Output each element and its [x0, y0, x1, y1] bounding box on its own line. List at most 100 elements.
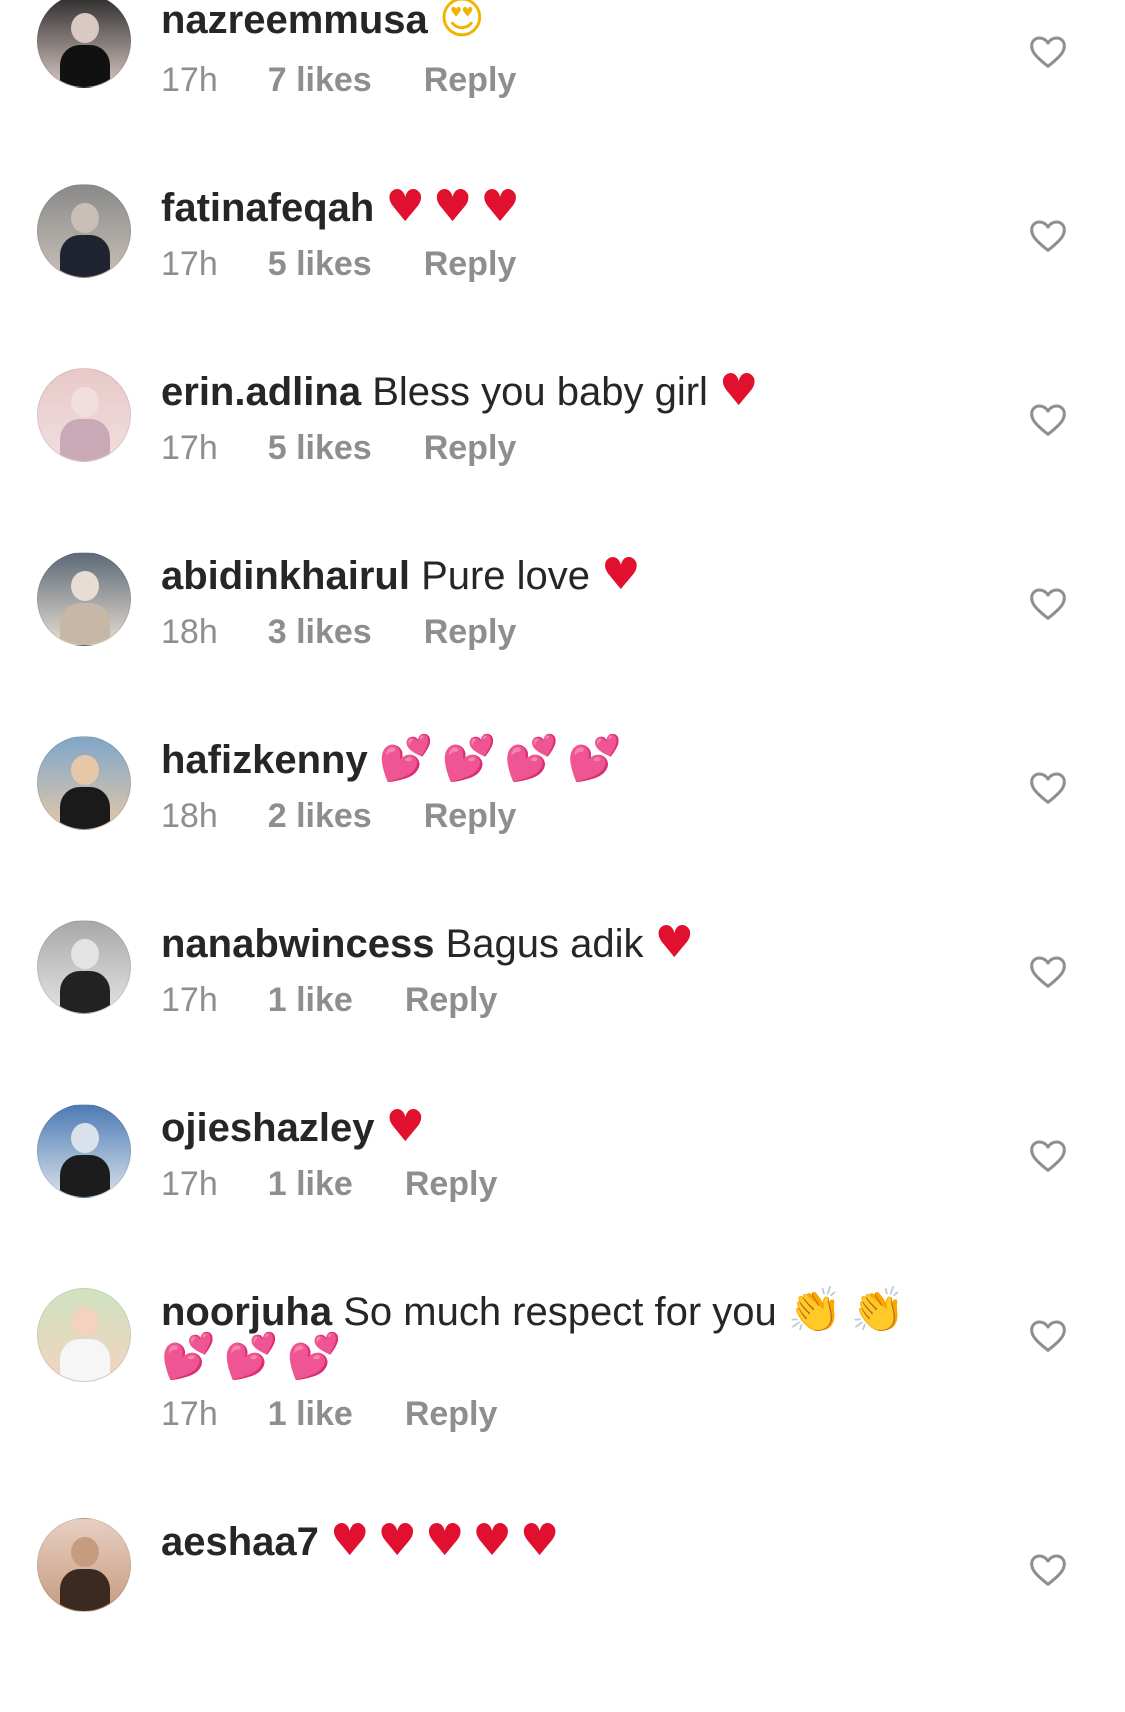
avatar-body [60, 1569, 110, 1611]
comment-item: noorjuha So much respect for you 👏👏 💕💕💕 17… [0, 1286, 1125, 1472]
timestamp: 18h [161, 613, 218, 651]
avatar[interactable] [37, 368, 131, 462]
comment-meta: 17h 5 likes Reply [161, 426, 516, 470]
comment-item: fatinafeqah ♥♥♥ 17h 5 likes Reply [0, 182, 1125, 368]
comment-item: abidinkhairul Pure love ♥ 18h 3 likes Reply [0, 550, 1125, 736]
avatar[interactable] [37, 736, 131, 830]
heart-outline-icon-svg [1030, 1140, 1066, 1172]
username-link[interactable]: noorjuha [161, 1290, 332, 1334]
likes-count-link[interactable]: 5 likes [268, 426, 372, 470]
likes-count-link[interactable]: 5 likes [268, 242, 372, 286]
comment-text: noorjuha So much respect for you 👏👏 [161, 1286, 975, 1337]
avatar-body [60, 419, 110, 461]
likes-count-link[interactable]: 1 like [268, 1162, 353, 1206]
likes-count-link[interactable]: 1 like [268, 1392, 353, 1436]
comment-meta: 17h 1 like Reply [161, 1392, 497, 1436]
username-link[interactable]: nanabwincess [161, 922, 434, 966]
username-link[interactable]: fatinafeqah [161, 186, 374, 230]
comment-emoji: ♥♥♥♥♥ [330, 1515, 568, 1566]
reply-button[interactable]: Reply [424, 426, 517, 470]
avatar-body [60, 1339, 110, 1381]
avatar-body [60, 603, 110, 645]
heart-outline-icon-svg [1030, 772, 1066, 804]
timestamp: 17h [161, 1165, 218, 1203]
avatar-face [71, 203, 99, 233]
heart-outline-icon[interactable] [1028, 952, 1068, 992]
avatar-face [71, 1307, 99, 1337]
reply-button[interactable]: Reply [405, 978, 498, 1022]
reply-button[interactable]: Reply [424, 58, 517, 102]
avatar-body [60, 45, 110, 87]
comment-meta: 18h 3 likes Reply [161, 610, 516, 654]
avatar-body [60, 787, 110, 829]
comment-item: nazreemmusa 😍 17h 7 likes Reply [0, 0, 1125, 184]
avatar[interactable] [37, 1288, 131, 1382]
reply-button[interactable]: Reply [424, 794, 517, 838]
comment-text: ojieshazley ♥ [161, 1102, 975, 1153]
avatar[interactable] [37, 1518, 131, 1612]
comment-emoji: 💕💕💕💕 [378, 733, 630, 784]
comment-meta: 18h 2 likes Reply [161, 794, 516, 838]
comment-emoji: ♥ [719, 365, 767, 416]
comment-item: hafizkenny 💕💕💕💕 18h 2 likes Reply [0, 734, 1125, 920]
avatar-face [71, 755, 99, 785]
username-link[interactable]: abidinkhairul [161, 554, 410, 598]
heart-outline-icon-svg [1030, 220, 1066, 252]
comment-body: Bless you baby girl [372, 370, 708, 414]
likes-count-link[interactable]: 1 like [268, 978, 353, 1022]
timestamp: 17h [161, 1395, 218, 1433]
heart-outline-icon[interactable] [1028, 584, 1068, 624]
avatar-face [71, 939, 99, 969]
comment-text: aeshaa7 ♥♥♥♥♥ [161, 1516, 975, 1567]
heart-outline-icon-svg [1030, 36, 1066, 68]
comment-text: erin.adlina Bless you baby girl ♥ [161, 366, 975, 417]
likes-count-link[interactable]: 2 likes [268, 794, 372, 838]
likes-count-link[interactable]: 7 likes [268, 58, 372, 102]
reply-button[interactable]: Reply [405, 1162, 498, 1206]
reply-button[interactable]: Reply [424, 242, 517, 286]
username-link[interactable]: ojieshazley [161, 1106, 374, 1150]
avatar-face [71, 13, 99, 43]
heart-outline-icon[interactable] [1028, 1550, 1068, 1590]
comment-body: So much respect for you [343, 1290, 777, 1334]
heart-outline-icon[interactable] [1028, 768, 1068, 808]
heart-outline-icon[interactable] [1028, 216, 1068, 256]
username-link[interactable]: hafizkenny [161, 738, 368, 782]
reply-button[interactable]: Reply [405, 1392, 498, 1436]
heart-outline-icon[interactable] [1028, 400, 1068, 440]
avatar-face [71, 1123, 99, 1153]
comment-meta: 17h 1 like Reply [161, 1162, 497, 1206]
timestamp: 17h [161, 245, 218, 283]
avatar[interactable] [37, 920, 131, 1014]
comment-item: ojieshazley ♥ 17h 1 like Reply [0, 1102, 1125, 1288]
comment-emoji: 👏👏 [787, 1285, 914, 1336]
reply-button[interactable]: Reply [424, 610, 517, 654]
avatar-body [60, 1155, 110, 1197]
heart-outline-icon[interactable] [1028, 32, 1068, 72]
avatar[interactable] [37, 0, 131, 88]
heart-outline-icon[interactable] [1028, 1136, 1068, 1176]
comment-emoji: ♥ [385, 1101, 434, 1152]
heart-outline-icon-svg [1030, 588, 1066, 620]
username-link[interactable]: erin.adlina [161, 370, 361, 414]
comment-emoji: 💕💕💕 [161, 1331, 350, 1382]
comment-body: Pure love [421, 554, 591, 598]
username-link[interactable]: nazreemmusa [161, 0, 428, 42]
heart-outline-icon-svg [1030, 956, 1066, 988]
comment-body: Bagus adik [445, 922, 644, 966]
likes-count-link[interactable]: 3 likes [268, 610, 372, 654]
comment-text-continued: 💕💕💕 [161, 1332, 975, 1383]
avatar-body [60, 235, 110, 277]
heart-outline-icon[interactable] [1028, 1316, 1068, 1356]
avatar-body [60, 971, 110, 1013]
heart-outline-icon-svg [1030, 404, 1066, 436]
avatar[interactable] [37, 1104, 131, 1198]
username-link[interactable]: aeshaa7 [161, 1520, 319, 1564]
timestamp: 17h [161, 61, 218, 99]
comment-meta: 17h 1 like Reply [161, 978, 497, 1022]
avatar[interactable] [37, 552, 131, 646]
timestamp: 18h [161, 797, 218, 835]
comment-text: nanabwincess Bagus adik ♥ [161, 918, 975, 969]
comment-text: hafizkenny 💕💕💕💕 [161, 734, 975, 785]
avatar[interactable] [37, 184, 131, 278]
